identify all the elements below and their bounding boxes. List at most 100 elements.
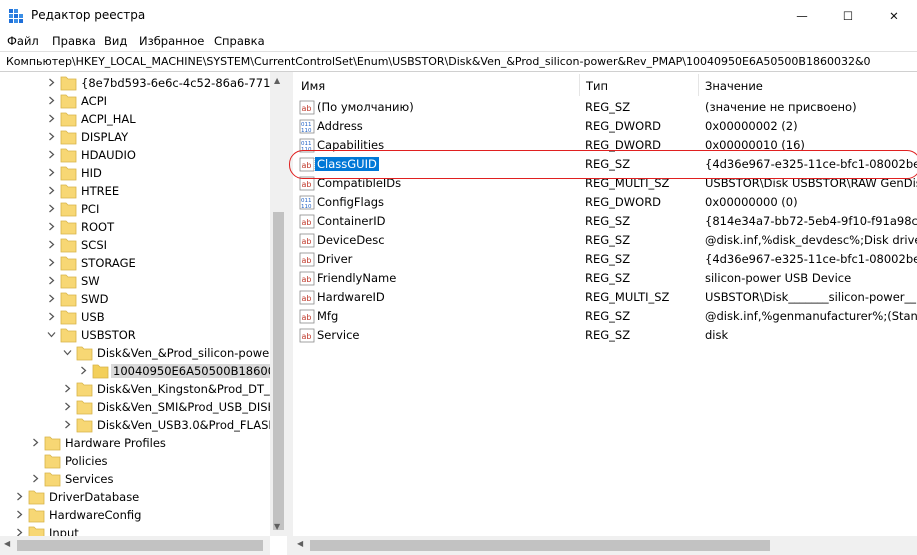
value-type: REG_MULTI_SZ <box>585 290 670 304</box>
chevron-right-icon[interactable] <box>63 420 72 429</box>
value-row[interactable]: 110 011 ConfigFlags REG_DWORD 0x00000000 (0) <box>293 193 917 212</box>
value-type: REG_SZ <box>585 100 631 114</box>
chevron-right-icon[interactable] <box>15 510 24 519</box>
chevron-right-icon[interactable] <box>47 132 56 141</box>
chevron-right-icon[interactable] <box>47 276 56 285</box>
scroll-up-icon[interactable]: ▲ <box>274 76 280 85</box>
scroll-left-icon[interactable]: ◀ <box>4 539 10 548</box>
list-hscroll-thumb[interactable] <box>310 540 770 551</box>
chevron-down-icon[interactable] <box>63 348 72 357</box>
chevron-right-icon[interactable] <box>63 384 72 393</box>
key-tree[interactable]: {8e7bd593-6e6c-4c52-86a6-7717549 ACPI ACPI… <box>0 72 287 555</box>
tree-node-label: Disk&Ven_Kingston&Prod_DT_10 <box>97 382 285 396</box>
chevron-right-icon[interactable] <box>47 150 56 159</box>
value-row[interactable]: ab Driver REG_SZ {4d36e967-e325-11ce-bfc1-0… <box>293 250 917 269</box>
svg-text:ab: ab <box>302 294 312 303</box>
column-header: Имя Тип Значение <box>293 74 917 98</box>
folder-icon <box>60 148 77 163</box>
value-name: HardwareID <box>317 290 385 304</box>
string-value-icon: ab <box>299 271 315 286</box>
chevron-right-icon[interactable] <box>47 96 56 105</box>
chevron-right-icon[interactable] <box>63 402 72 411</box>
svg-text:ab: ab <box>302 332 312 341</box>
chevron-right-icon[interactable] <box>47 312 56 321</box>
value-name: Service <box>317 328 360 342</box>
minimize-button[interactable]: — <box>779 0 825 31</box>
folder-icon <box>28 508 45 523</box>
string-value-icon: ab <box>299 100 315 115</box>
chevron-right-icon[interactable] <box>47 186 56 195</box>
string-value-icon: ab <box>299 233 315 248</box>
menu-file[interactable]: Файл <box>7 34 39 48</box>
folder-icon <box>28 490 45 505</box>
chevron-right-icon[interactable] <box>47 294 56 303</box>
column-divider[interactable] <box>698 74 699 96</box>
value-type: REG_SZ <box>585 271 631 285</box>
menu-help[interactable]: Справка <box>214 34 265 48</box>
tree-node-label: DriverDatabase <box>49 490 140 504</box>
tree-node-label: PCI <box>81 202 100 216</box>
minimize-icon: — <box>796 8 808 23</box>
menu-favorites[interactable]: Избранное <box>139 34 204 48</box>
string-value-icon: ab <box>299 309 315 324</box>
value-row[interactable]: 110 011 Address REG_DWORD 0x00000002 (2) <box>293 117 917 136</box>
value-type: REG_SZ <box>585 214 631 228</box>
chevron-right-icon[interactable] <box>47 168 56 177</box>
chevron-right-icon[interactable] <box>31 438 40 447</box>
chevron-right-icon[interactable] <box>15 492 24 501</box>
menu-view[interactable]: Вид <box>104 34 127 48</box>
column-type-header[interactable]: Тип <box>586 79 608 93</box>
value-row[interactable]: ab FriendlyName REG_SZ silicon-power USB De… <box>293 269 917 288</box>
value-row[interactable]: ab ContainerID REG_SZ {814e34a7-bb72-5eb4-9… <box>293 212 917 231</box>
column-name-header[interactable]: Имя <box>301 79 325 93</box>
maximize-button[interactable]: ☐ <box>825 0 871 31</box>
chevron-down-icon[interactable] <box>47 330 56 339</box>
close-button[interactable]: ✕ <box>871 0 917 31</box>
value-row[interactable]: ab Mfg REG_SZ @disk.inf,%genmanufacturer%;(… <box>293 307 917 326</box>
value-row[interactable]: ab HardwareID REG_MULTI_SZ USBSTOR\Disk____… <box>293 288 917 307</box>
column-divider[interactable] <box>579 74 580 96</box>
value-name: ContainerID <box>317 214 386 228</box>
values-list[interactable]: ab (По умолчанию) REG_SZ (значение не присв… <box>293 72 917 555</box>
svg-text:ab: ab <box>302 104 312 113</box>
folder-icon <box>60 220 77 235</box>
folder-icon <box>60 112 77 127</box>
svg-text:110: 110 <box>301 204 312 210</box>
folder-icon <box>60 256 77 271</box>
string-value-icon: ab <box>299 252 315 267</box>
value-data: {814e34a7-bb72-5eb4-9f10-f91a98c36f1 <box>705 214 917 228</box>
folder-icon <box>76 346 93 361</box>
menu-bar: Файл Правка Вид Избранное Справка <box>0 31 917 51</box>
address-path[interactable]: Компьютер\HKEY_LOCAL_MACHINE\SYSTEM\Curr… <box>6 55 871 68</box>
value-row[interactable]: ab DeviceDesc REG_SZ @disk.inf,%disk_devdes… <box>293 231 917 250</box>
folder-icon <box>92 364 109 379</box>
tree-node-label: Disk&Ven_&Prod_silicon-power& <box>97 346 283 360</box>
tree-hscroll-thumb[interactable] <box>17 540 263 551</box>
folder-icon <box>60 184 77 199</box>
scroll-left-icon[interactable]: ◀ <box>297 539 303 548</box>
value-row[interactable]: ab Service REG_SZ disk <box>293 326 917 345</box>
tree-node-label: DISPLAY <box>81 130 129 144</box>
value-data: disk <box>705 328 729 342</box>
tree-node-label: Disk&Ven_USB3.0&Prod_FLASH_ <box>97 418 283 432</box>
chevron-right-icon[interactable] <box>47 240 56 249</box>
chevron-right-icon[interactable] <box>47 204 56 213</box>
address-bar[interactable]: Компьютер\HKEY_LOCAL_MACHINE\SYSTEM\Curr… <box>0 51 917 72</box>
menu-edit[interactable]: Правка <box>52 34 96 48</box>
column-value-header[interactable]: Значение <box>705 79 763 93</box>
chevron-right-icon[interactable] <box>31 474 40 483</box>
value-data: {4d36e967-e325-11ce-bfc1-08002be1031 <box>705 252 917 266</box>
chevron-right-icon[interactable] <box>79 366 88 375</box>
scroll-down-icon[interactable]: ▼ <box>274 522 280 531</box>
svg-text:011: 011 <box>301 198 312 204</box>
chevron-right-icon[interactable] <box>47 222 56 231</box>
chevron-right-icon[interactable] <box>47 78 56 87</box>
title-bar[interactable]: Редактор реестра — ☐ ✕ <box>0 0 917 31</box>
chevron-right-icon[interactable] <box>47 114 56 123</box>
chevron-right-icon[interactable] <box>47 258 56 267</box>
tree-scroll-thumb[interactable] <box>273 212 284 530</box>
maximize-icon: ☐ <box>842 8 854 23</box>
value-row[interactable]: ab (По умолчанию) REG_SZ (значение не присв… <box>293 98 917 117</box>
svg-text:ab: ab <box>302 180 312 189</box>
folder-icon <box>60 94 77 109</box>
